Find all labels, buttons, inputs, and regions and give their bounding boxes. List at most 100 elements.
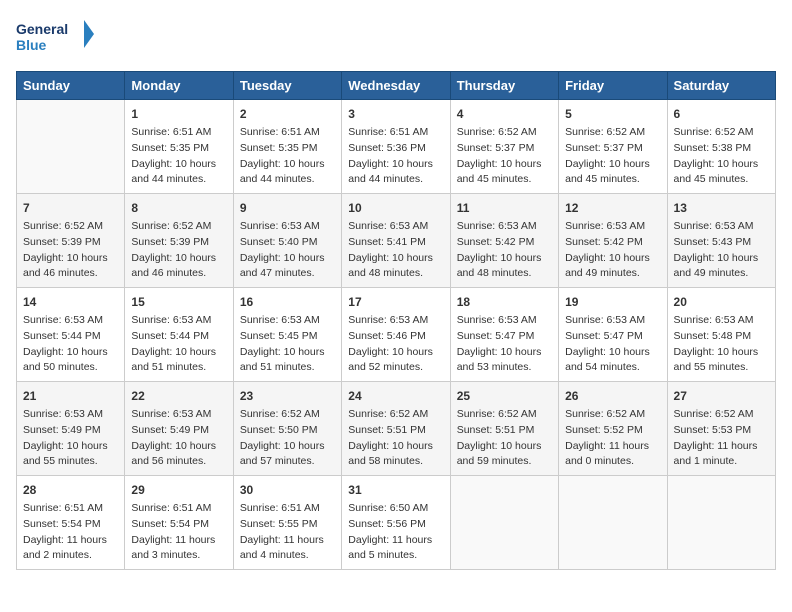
day-info: Sunset: 5:47 PM bbox=[457, 329, 552, 345]
day-number: 20 bbox=[674, 293, 769, 311]
day-info: Daylight: 10 hours bbox=[565, 157, 660, 173]
day-info: Sunset: 5:51 PM bbox=[457, 423, 552, 439]
calendar-cell: 3Sunrise: 6:51 AMSunset: 5:36 PMDaylight… bbox=[342, 100, 450, 194]
day-info: Daylight: 11 hours bbox=[348, 533, 443, 549]
day-info: Sunset: 5:48 PM bbox=[674, 329, 769, 345]
calendar-cell: 26Sunrise: 6:52 AMSunset: 5:52 PMDayligh… bbox=[559, 382, 667, 476]
day-number: 14 bbox=[23, 293, 118, 311]
logo-svg: General Blue bbox=[16, 16, 96, 61]
day-info: and 59 minutes. bbox=[457, 454, 552, 470]
weekday-header: Tuesday bbox=[233, 72, 341, 100]
day-info: Sunset: 5:56 PM bbox=[348, 517, 443, 533]
day-info: Sunrise: 6:51 AM bbox=[23, 501, 118, 517]
weekday-header: Thursday bbox=[450, 72, 558, 100]
day-info: and 1 minute. bbox=[674, 454, 769, 470]
day-info: Sunset: 5:44 PM bbox=[131, 329, 226, 345]
day-number: 7 bbox=[23, 199, 118, 217]
day-info: Sunrise: 6:53 AM bbox=[348, 313, 443, 329]
day-info: Daylight: 10 hours bbox=[348, 251, 443, 267]
day-info: and 58 minutes. bbox=[348, 454, 443, 470]
day-info: Sunrise: 6:51 AM bbox=[240, 125, 335, 141]
day-info: Daylight: 10 hours bbox=[348, 345, 443, 361]
calendar-cell: 25Sunrise: 6:52 AMSunset: 5:51 PMDayligh… bbox=[450, 382, 558, 476]
day-info: Daylight: 10 hours bbox=[457, 439, 552, 455]
day-info: and 48 minutes. bbox=[348, 266, 443, 282]
calendar-cell: 15Sunrise: 6:53 AMSunset: 5:44 PMDayligh… bbox=[125, 288, 233, 382]
calendar-cell: 19Sunrise: 6:53 AMSunset: 5:47 PMDayligh… bbox=[559, 288, 667, 382]
calendar-cell bbox=[17, 100, 125, 194]
day-info: Daylight: 10 hours bbox=[240, 251, 335, 267]
calendar-table: SundayMondayTuesdayWednesdayThursdayFrid… bbox=[16, 71, 776, 570]
day-info: and 56 minutes. bbox=[131, 454, 226, 470]
day-number: 19 bbox=[565, 293, 660, 311]
day-info: Sunrise: 6:50 AM bbox=[348, 501, 443, 517]
day-info: Sunset: 5:35 PM bbox=[131, 141, 226, 157]
day-info: and 44 minutes. bbox=[131, 172, 226, 188]
calendar-body: 1Sunrise: 6:51 AMSunset: 5:35 PMDaylight… bbox=[17, 100, 776, 570]
day-info: Sunset: 5:44 PM bbox=[23, 329, 118, 345]
day-number: 22 bbox=[131, 387, 226, 405]
day-info: Sunset: 5:55 PM bbox=[240, 517, 335, 533]
day-info: Daylight: 10 hours bbox=[131, 345, 226, 361]
day-info: Sunset: 5:42 PM bbox=[457, 235, 552, 251]
calendar-cell: 9Sunrise: 6:53 AMSunset: 5:40 PMDaylight… bbox=[233, 194, 341, 288]
day-number: 17 bbox=[348, 293, 443, 311]
calendar-week-row: 28Sunrise: 6:51 AMSunset: 5:54 PMDayligh… bbox=[17, 476, 776, 570]
day-info: Sunrise: 6:52 AM bbox=[565, 407, 660, 423]
day-info: and 44 minutes. bbox=[240, 172, 335, 188]
day-info: Daylight: 11 hours bbox=[240, 533, 335, 549]
calendar-cell: 2Sunrise: 6:51 AMSunset: 5:35 PMDaylight… bbox=[233, 100, 341, 194]
logo: General Blue bbox=[16, 16, 96, 61]
day-info: Daylight: 10 hours bbox=[240, 345, 335, 361]
day-info: and 51 minutes. bbox=[240, 360, 335, 376]
day-info: Sunset: 5:54 PM bbox=[131, 517, 226, 533]
day-info: Daylight: 10 hours bbox=[565, 251, 660, 267]
calendar-cell: 18Sunrise: 6:53 AMSunset: 5:47 PMDayligh… bbox=[450, 288, 558, 382]
weekday-header-row: SundayMondayTuesdayWednesdayThursdayFrid… bbox=[17, 72, 776, 100]
calendar-cell bbox=[450, 476, 558, 570]
day-info: Daylight: 10 hours bbox=[131, 439, 226, 455]
day-info: and 45 minutes. bbox=[457, 172, 552, 188]
day-info: Sunrise: 6:53 AM bbox=[565, 219, 660, 235]
page-header: General Blue bbox=[16, 16, 776, 61]
day-info: and 53 minutes. bbox=[457, 360, 552, 376]
day-number: 21 bbox=[23, 387, 118, 405]
calendar-cell: 24Sunrise: 6:52 AMSunset: 5:51 PMDayligh… bbox=[342, 382, 450, 476]
day-number: 23 bbox=[240, 387, 335, 405]
calendar-cell: 14Sunrise: 6:53 AMSunset: 5:44 PMDayligh… bbox=[17, 288, 125, 382]
day-info: Sunrise: 6:53 AM bbox=[240, 219, 335, 235]
calendar-cell: 31Sunrise: 6:50 AMSunset: 5:56 PMDayligh… bbox=[342, 476, 450, 570]
calendar-week-row: 1Sunrise: 6:51 AMSunset: 5:35 PMDaylight… bbox=[17, 100, 776, 194]
day-info: Sunrise: 6:52 AM bbox=[457, 407, 552, 423]
day-info: Daylight: 11 hours bbox=[23, 533, 118, 549]
day-info: and 4 minutes. bbox=[240, 548, 335, 564]
calendar-header: SundayMondayTuesdayWednesdayThursdayFrid… bbox=[17, 72, 776, 100]
day-info: and 48 minutes. bbox=[457, 266, 552, 282]
day-info: Sunset: 5:37 PM bbox=[565, 141, 660, 157]
day-info: Sunset: 5:36 PM bbox=[348, 141, 443, 157]
day-info: Daylight: 10 hours bbox=[240, 157, 335, 173]
day-number: 18 bbox=[457, 293, 552, 311]
day-info: Sunset: 5:53 PM bbox=[674, 423, 769, 439]
day-number: 2 bbox=[240, 105, 335, 123]
day-number: 11 bbox=[457, 199, 552, 217]
day-info: Sunset: 5:54 PM bbox=[23, 517, 118, 533]
svg-text:General: General bbox=[16, 21, 68, 37]
day-info: and 47 minutes. bbox=[240, 266, 335, 282]
day-info: Daylight: 10 hours bbox=[565, 345, 660, 361]
day-info: Sunrise: 6:53 AM bbox=[457, 313, 552, 329]
day-info: and 55 minutes. bbox=[674, 360, 769, 376]
day-info: Daylight: 10 hours bbox=[23, 439, 118, 455]
day-info: Daylight: 11 hours bbox=[565, 439, 660, 455]
day-info: Sunrise: 6:53 AM bbox=[674, 219, 769, 235]
calendar-cell: 4Sunrise: 6:52 AMSunset: 5:37 PMDaylight… bbox=[450, 100, 558, 194]
calendar-week-row: 21Sunrise: 6:53 AMSunset: 5:49 PMDayligh… bbox=[17, 382, 776, 476]
calendar-cell: 23Sunrise: 6:52 AMSunset: 5:50 PMDayligh… bbox=[233, 382, 341, 476]
day-number: 13 bbox=[674, 199, 769, 217]
calendar-cell bbox=[559, 476, 667, 570]
day-info: Sunrise: 6:53 AM bbox=[674, 313, 769, 329]
day-info: Daylight: 10 hours bbox=[348, 439, 443, 455]
day-info: Daylight: 11 hours bbox=[131, 533, 226, 549]
calendar-cell: 12Sunrise: 6:53 AMSunset: 5:42 PMDayligh… bbox=[559, 194, 667, 288]
calendar-cell: 6Sunrise: 6:52 AMSunset: 5:38 PMDaylight… bbox=[667, 100, 775, 194]
